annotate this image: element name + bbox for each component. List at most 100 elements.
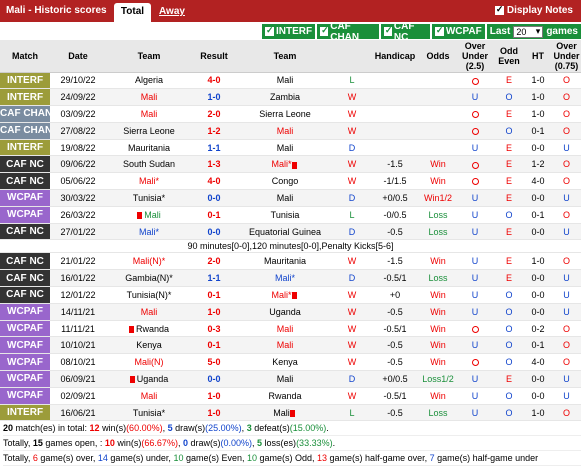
score[interactable]: 2-0 bbox=[192, 252, 236, 271]
away-team-name[interactable]: Mali bbox=[277, 374, 294, 384]
score[interactable]: 1-3 bbox=[192, 155, 236, 174]
away-team[interactable]: Mali bbox=[236, 404, 334, 422]
home-team-name[interactable]: Tunisia* bbox=[133, 193, 165, 203]
checkbox-icon[interactable] bbox=[320, 25, 329, 36]
checkbox-icon[interactable] bbox=[494, 4, 504, 15]
away-team-name[interactable]: Mali* bbox=[275, 273, 295, 283]
away-team-name[interactable]: Mali bbox=[277, 75, 294, 85]
table-row[interactable]: WCPAF 14/11/21 Mali 1-0 Uganda W -0.5 Win U O 0-0 U bbox=[0, 303, 581, 321]
home-team-name[interactable]: Mali* bbox=[139, 227, 159, 237]
score[interactable]: 4-0 bbox=[192, 172, 236, 191]
away-team[interactable]: Mali bbox=[236, 72, 334, 90]
away-team[interactable]: Uganda bbox=[236, 303, 334, 321]
competition-badge[interactable]: CAF CHAN bbox=[0, 105, 50, 123]
home-team[interactable]: Mali* bbox=[106, 223, 192, 241]
away-team[interactable]: Mauritania bbox=[236, 252, 334, 271]
home-team[interactable]: Kenya bbox=[106, 336, 192, 355]
filter-interf[interactable]: INTERF bbox=[262, 24, 316, 39]
table-row[interactable]: WCPAF 02/09/21 Mali 1-0 Rwanda W -0.5/1 Win U O 0-… bbox=[0, 387, 581, 405]
away-team[interactable]: Equatorial Guinea bbox=[236, 223, 334, 241]
score[interactable]: 1-1 bbox=[192, 139, 236, 157]
home-team-name[interactable]: Sierra Leone bbox=[123, 126, 175, 136]
home-team[interactable]: Algeria bbox=[106, 72, 192, 90]
home-team-name[interactable]: Uganda bbox=[137, 374, 169, 384]
home-team[interactable]: Mali bbox=[106, 303, 192, 321]
score[interactable]: 0-1 bbox=[192, 206, 236, 224]
home-team[interactable]: Mali* bbox=[106, 172, 192, 191]
score[interactable]: 2-0 bbox=[192, 105, 236, 123]
competition-badge[interactable]: CAF NC bbox=[0, 172, 50, 191]
table-row[interactable]: CAF NC 12/01/22 Tunisia(N)* 0-1 Mali* W +0 Win U… bbox=[0, 286, 581, 304]
table-row[interactable]: CAF NC 09/06/22 South Sudan 1-3 Mali* W -1.5 Wi… bbox=[0, 155, 581, 174]
home-team-name[interactable]: Mali bbox=[141, 92, 158, 102]
away-team[interactable]: Tunisia bbox=[236, 206, 334, 224]
home-team[interactable]: Tunisia* bbox=[106, 189, 192, 207]
away-team[interactable]: Mali* bbox=[236, 155, 334, 174]
score[interactable]: 5-0 bbox=[192, 353, 236, 372]
score[interactable]: 1-0 bbox=[192, 88, 236, 107]
table-row[interactable]: CAF CHAN 27/08/22 Sierra Leone 1-2 Mali W O 0-1… bbox=[0, 122, 581, 140]
away-team-name[interactable]: Mali bbox=[277, 324, 294, 334]
home-team[interactable]: Gambia(N)* bbox=[106, 269, 192, 288]
away-team-name[interactable]: Rwanda bbox=[268, 391, 301, 401]
home-team[interactable]: Tunisia(N)* bbox=[106, 286, 192, 304]
games-count-select[interactable]: 20 ▾ bbox=[513, 25, 544, 38]
table-row[interactable]: CAF NC 16/01/22 Gambia(N)* 1-1 Mali* D -0.5/1 L… bbox=[0, 269, 581, 288]
score[interactable]: 1-2 bbox=[192, 122, 236, 140]
home-team-name[interactable]: Mali bbox=[141, 109, 158, 119]
score[interactable]: 1-0 bbox=[192, 404, 236, 422]
score[interactable]: 0-1 bbox=[192, 286, 236, 304]
home-team-name[interactable]: Rwanda bbox=[136, 324, 169, 334]
home-team-name[interactable]: Gambia(N)* bbox=[125, 273, 173, 283]
home-team[interactable]: Mali bbox=[106, 88, 192, 107]
away-team[interactable]: Kenya bbox=[236, 353, 334, 372]
away-team-name[interactable]: Sierra Leone bbox=[259, 109, 311, 119]
table-row[interactable]: WCPAF 26/03/22 Mali 0-1 Tunisia L -0/0.5 Loss U O… bbox=[0, 206, 581, 224]
display-notes-toggle[interactable]: Display Notes bbox=[494, 4, 573, 16]
home-team-name[interactable]: Mali bbox=[144, 210, 161, 220]
home-team[interactable]: Mali bbox=[106, 105, 192, 123]
filter-wcpaf[interactable]: WCPAF bbox=[431, 24, 485, 39]
table-row[interactable]: CAF CHAN 03/09/22 Mali 2-0 Sierra Leone W E 1-0… bbox=[0, 105, 581, 123]
competition-badge[interactable]: CAF NC bbox=[0, 223, 50, 241]
home-team[interactable]: South Sudan bbox=[106, 155, 192, 174]
competition-badge[interactable]: INTERF bbox=[0, 88, 50, 107]
home-team[interactable]: Uganda bbox=[106, 370, 192, 388]
away-team-name[interactable]: Mauritania bbox=[264, 256, 306, 266]
score[interactable]: 1-0 bbox=[192, 387, 236, 405]
away-team-name[interactable]: Mali bbox=[277, 126, 294, 136]
competition-badge[interactable]: WCPAF bbox=[0, 206, 50, 224]
competition-badge[interactable]: INTERF bbox=[0, 404, 50, 422]
away-team[interactable]: Mali bbox=[236, 122, 334, 140]
home-team-name[interactable]: Mauritania bbox=[128, 143, 170, 153]
table-row[interactable]: WCPAF 08/10/21 Mali(N) 5-0 Kenya W -0.5 Win O 4-0… bbox=[0, 353, 581, 372]
table-row[interactable]: CAF NC 05/06/22 Mali* 4-0 Congo W -1/1.5 Win E 4-… bbox=[0, 172, 581, 191]
away-team[interactable]: Mali bbox=[236, 189, 334, 207]
away-team-name[interactable]: Zambia bbox=[270, 92, 300, 102]
away-team[interactable]: Mali bbox=[236, 370, 334, 388]
score[interactable]: 1-1 bbox=[192, 269, 236, 288]
home-team[interactable]: Mali bbox=[106, 206, 192, 224]
competition-badge[interactable]: WCPAF bbox=[0, 336, 50, 355]
score[interactable]: 1-0 bbox=[192, 303, 236, 321]
away-team-name[interactable]: Mali* bbox=[271, 159, 291, 169]
home-team-name[interactable]: Tunisia(N)* bbox=[127, 290, 172, 300]
home-team-name[interactable]: Mali bbox=[141, 307, 158, 317]
away-team[interactable]: Zambia bbox=[236, 88, 334, 107]
away-team[interactable]: Congo bbox=[236, 172, 334, 191]
away-team-name[interactable]: Tunisia bbox=[271, 210, 300, 220]
away-team-name[interactable]: Mali* bbox=[271, 290, 291, 300]
competition-badge[interactable]: INTERF bbox=[0, 72, 50, 90]
away-team[interactable]: Sierra Leone bbox=[236, 105, 334, 123]
away-team-name[interactable]: Mali bbox=[277, 340, 294, 350]
competition-badge[interactable]: CAF CHAN bbox=[0, 122, 50, 140]
away-team[interactable]: Rwanda bbox=[236, 387, 334, 405]
table-row[interactable]: CAF NC 21/01/22 Mali(N)* 2-0 Mauritania W -1.5… bbox=[0, 252, 581, 271]
home-team[interactable]: Sierra Leone bbox=[106, 122, 192, 140]
away-team-name[interactable]: Mali bbox=[277, 143, 294, 153]
table-row[interactable]: INTERF 29/10/22 Algeria 4-0 Mali L E 1-0 O bbox=[0, 72, 581, 90]
competition-badge[interactable]: CAF NC bbox=[0, 155, 50, 174]
table-row[interactable]: INTERF 19/08/22 Mauritania 1-1 Mali D U E 0-0 U bbox=[0, 139, 581, 157]
table-row[interactable]: WCPAF 06/09/21 Uganda 0-0 Mali D +0/0.5 Loss1/2… bbox=[0, 370, 581, 388]
home-team[interactable]: Mali bbox=[106, 387, 192, 405]
